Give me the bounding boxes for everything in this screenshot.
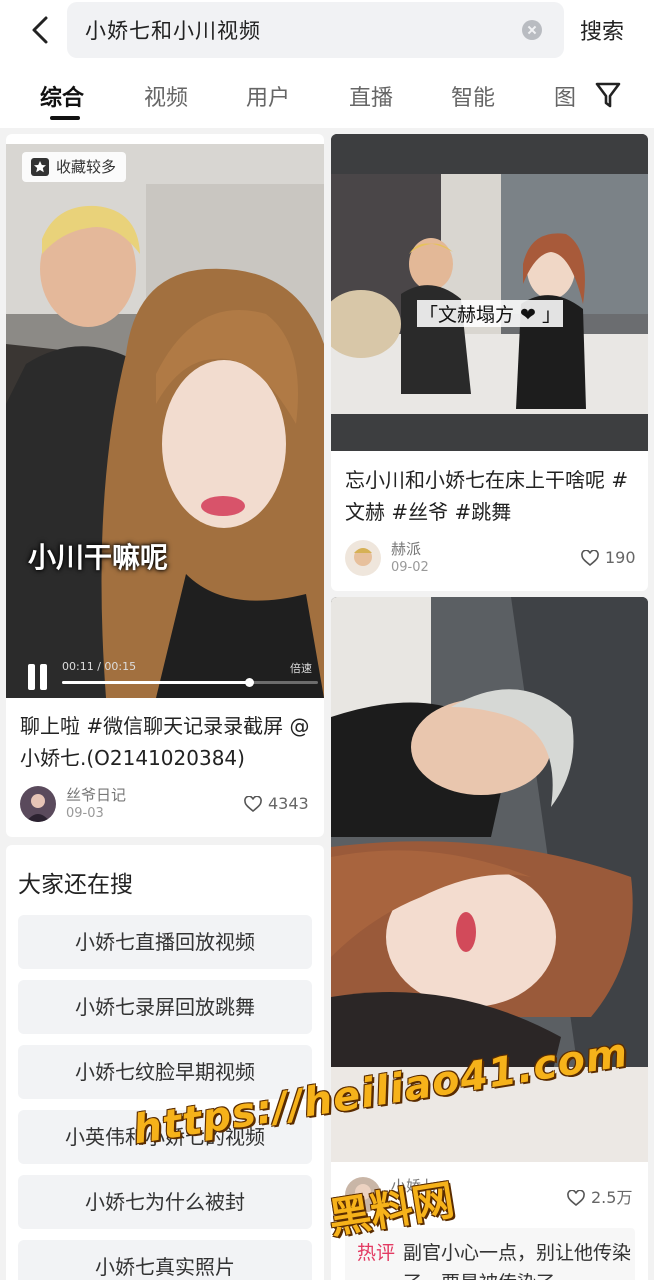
search-header: 小娇七和小川视频 搜索 综合 视频 用户 直播 智能 图: [0, 0, 654, 128]
filter-icon[interactable]: [594, 80, 622, 110]
like-count-value: 190: [605, 548, 636, 567]
card-title[interactable]: 忘小川和小娇七在床上干啥呢 #文赫 #丝爷 #跳舞: [345, 464, 641, 528]
card-title[interactable]: 聊上啦 #微信聊天记录录截屏 @小娇七.(O2141020384): [20, 710, 314, 774]
author-row[interactable]: 赫派 09-02: [345, 540, 545, 580]
tab-smart[interactable]: 智能: [451, 80, 495, 112]
result-card-video[interactable]: 收藏较多 小川干嘛呢 00:11 / 00:15 倍速 聊上啦 #微信聊天记录录…: [6, 134, 324, 837]
suggestion-item[interactable]: 小娇七为什么被封: [18, 1175, 312, 1229]
tab-video[interactable]: 视频: [144, 80, 188, 112]
clear-icon[interactable]: [522, 20, 542, 40]
like-count[interactable]: 190: [581, 548, 636, 567]
video-time: 00:11 / 00:15: [62, 660, 137, 673]
thumbnail-image: [331, 134, 648, 451]
search-button[interactable]: 搜索: [580, 14, 624, 46]
like-count-value: 2.5万: [591, 1188, 633, 1207]
post-date: 09-03: [66, 806, 104, 821]
pause-button[interactable]: [26, 664, 50, 690]
hot-comment-label: 热评: [357, 1242, 396, 1264]
video-player[interactable]: 收藏较多 小川干嘛呢 00:11 / 00:15 倍速: [6, 144, 324, 698]
video-progress-handle[interactable]: [244, 678, 254, 687]
star-icon: [31, 158, 49, 176]
tab-all[interactable]: 综合: [40, 80, 84, 112]
video-caption: 小川干嘛呢: [28, 541, 169, 574]
tab-images[interactable]: 图: [554, 80, 576, 112]
heart-icon: [567, 1190, 585, 1206]
back-button[interactable]: [22, 12, 58, 48]
heart-icon: [581, 550, 599, 566]
speed-button[interactable]: 倍速: [290, 660, 312, 676]
favorite-badge: 收藏较多: [22, 152, 127, 182]
video-frame: [6, 144, 324, 698]
back-arrow-icon: [32, 16, 48, 44]
video-caption: 「文赫塌方 ❤ 」: [417, 300, 563, 327]
filter-tabs: 综合 视频 用户 直播 智能 图: [0, 72, 654, 122]
tab-users[interactable]: 用户: [246, 80, 290, 112]
video-progress-fill: [62, 681, 249, 684]
suggestion-item[interactable]: 小娇七直播回放视频: [18, 915, 312, 969]
result-card-video[interactable]: 「文赫塌方 ❤ 」 忘小川和小娇七在床上干啥呢 #文赫 #丝爷 #跳舞 赫派 0…: [331, 134, 648, 591]
like-count[interactable]: 4343: [244, 794, 309, 813]
tab-live[interactable]: 直播: [349, 80, 393, 112]
search-query[interactable]: 小娇七和小川视频: [85, 15, 261, 45]
avatar[interactable]: [20, 786, 56, 822]
related-searches-title: 大家还在搜: [18, 872, 133, 898]
avatar[interactable]: [345, 540, 381, 576]
author-name[interactable]: 丝爷日记: [66, 784, 126, 805]
related-searches: 大家还在搜 小娇七直播回放视频 小娇七录屏回放跳舞 小娇七纹脸早期视频 小英伟和…: [6, 845, 324, 1280]
like-count[interactable]: 2.5万: [567, 1184, 632, 1208]
like-count-value: 4343: [268, 794, 309, 813]
post-date: 09-02: [391, 560, 429, 575]
video-progress[interactable]: [62, 678, 318, 687]
suggestion-item[interactable]: 小娇七录屏回放跳舞: [18, 980, 312, 1034]
heart-icon: [244, 796, 262, 812]
search-input[interactable]: 小娇七和小川视频: [67, 2, 564, 58]
author-name[interactable]: 赫派: [391, 538, 421, 559]
video-thumbnail[interactable]: 「文赫塌方 ❤ 」: [331, 134, 648, 451]
suggestion-item[interactable]: 小娇七真实照片: [18, 1240, 312, 1280]
hot-comment-text: 副官小心一点，别让他传染了，要是被传染了: [403, 1242, 632, 1280]
badge-label: 收藏较多: [56, 158, 117, 176]
active-tab-indicator: [50, 116, 80, 120]
